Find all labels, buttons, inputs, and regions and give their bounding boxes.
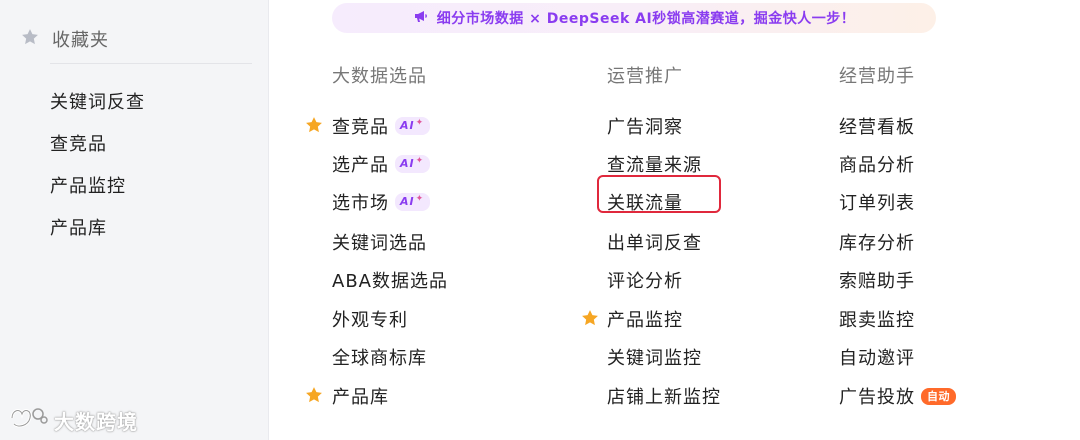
menu-item-label: 广告投放 bbox=[839, 387, 915, 408]
star-icon[interactable] bbox=[304, 385, 324, 405]
menu-item-competitor[interactable]: 查竞品 AI ✦ bbox=[332, 113, 431, 139]
ai-badge: AI ✦ bbox=[395, 155, 431, 173]
sidebar-item-competitor[interactable]: 查竞品 bbox=[50, 130, 107, 156]
watermark-text: 大数跨境 bbox=[54, 410, 138, 434]
ai-badge: AI ✦ bbox=[395, 117, 431, 135]
star-icon[interactable] bbox=[304, 115, 324, 135]
star-icon bbox=[20, 27, 40, 52]
menu-item-store-new-monitor[interactable]: 店铺上新监控 bbox=[607, 383, 721, 409]
sidebar: 收藏夹 关键词反查 查竞品 产品监控 产品库 大数跨境 bbox=[0, 0, 269, 440]
sparkle-icon: ✦ bbox=[415, 118, 425, 128]
menu-item-select-market[interactable]: 选市场 AI ✦ bbox=[332, 189, 431, 215]
megaphone-icon bbox=[413, 8, 429, 28]
menu-item-design-patent[interactable]: 外观专利 bbox=[332, 306, 408, 332]
menu-item-dashboard[interactable]: 经营看板 bbox=[839, 113, 915, 139]
menu-item-order-keyword[interactable]: 出单词反查 bbox=[607, 229, 702, 255]
promo-banner[interactable]: 细分市场数据 × DeepSeek AI秒锁高潜赛道，掘金快人一步！ bbox=[332, 3, 936, 33]
menu-item-claim-assistant[interactable]: 索赔助手 bbox=[839, 267, 915, 293]
column-header-operations: 运营推广 bbox=[607, 66, 683, 87]
menu-item-inventory-analysis[interactable]: 库存分析 bbox=[839, 229, 915, 255]
sidebar-item-product-monitor[interactable]: 产品监控 bbox=[50, 172, 126, 198]
auto-badge: 自动 bbox=[921, 387, 956, 405]
menu-item-trademark-library[interactable]: 全球商标库 bbox=[332, 344, 427, 370]
menu-item-select-product[interactable]: 选产品 AI ✦ bbox=[332, 151, 431, 177]
menu-item-keyword-monitor[interactable]: 关键词监控 bbox=[607, 344, 702, 370]
ai-badge: AI ✦ bbox=[395, 193, 431, 211]
column-header-big-data: 大数据选品 bbox=[332, 66, 427, 87]
menu-item-ad-insight[interactable]: 广告洞察 bbox=[607, 113, 683, 139]
favorites-label: 收藏夹 bbox=[52, 30, 109, 51]
sidebar-item-product-library[interactable]: 产品库 bbox=[50, 214, 107, 240]
menu-item-label: 选产品 bbox=[332, 155, 389, 176]
favorites-header: 收藏夹 bbox=[20, 26, 109, 52]
watermark-logo-icon bbox=[8, 404, 50, 437]
menu-item-ad-placement[interactable]: 广告投放 自动 bbox=[839, 383, 956, 409]
sparkle-icon: ✦ bbox=[415, 194, 425, 204]
menu-item-product-library[interactable]: 产品库 bbox=[332, 383, 389, 409]
menu-item-product-monitor[interactable]: 产品监控 bbox=[607, 306, 683, 332]
sidebar-divider bbox=[50, 63, 252, 64]
banner-text: 细分市场数据 × DeepSeek AI秒锁高潜赛道，掘金快人一步！ bbox=[436, 11, 856, 27]
star-icon[interactable] bbox=[580, 308, 600, 328]
highlight-box bbox=[597, 175, 721, 213]
sparkle-icon: ✦ bbox=[415, 156, 425, 166]
watermark: 大数跨境 bbox=[8, 404, 138, 437]
menu-item-review-analysis[interactable]: 评论分析 bbox=[607, 267, 683, 293]
menu-item-label: 选市场 bbox=[332, 193, 389, 214]
menu-item-order-list[interactable]: 订单列表 bbox=[839, 189, 915, 215]
column-header-assistant: 经营助手 bbox=[839, 66, 915, 87]
menu-item-aba-data[interactable]: ABA数据选品 bbox=[332, 267, 448, 293]
menu-item-hijacker-monitor[interactable]: 跟卖监控 bbox=[839, 306, 915, 332]
menu-item-product-analysis[interactable]: 商品分析 bbox=[839, 151, 915, 177]
menu-item-traffic-source[interactable]: 查流量来源 bbox=[607, 151, 702, 177]
menu-item-label: 查竞品 bbox=[332, 117, 389, 138]
menu-item-keyword-selection[interactable]: 关键词选品 bbox=[332, 229, 427, 255]
sidebar-item-keyword-reverse[interactable]: 关键词反查 bbox=[50, 88, 145, 114]
menu-item-auto-review-request[interactable]: 自动邀评 bbox=[839, 344, 915, 370]
